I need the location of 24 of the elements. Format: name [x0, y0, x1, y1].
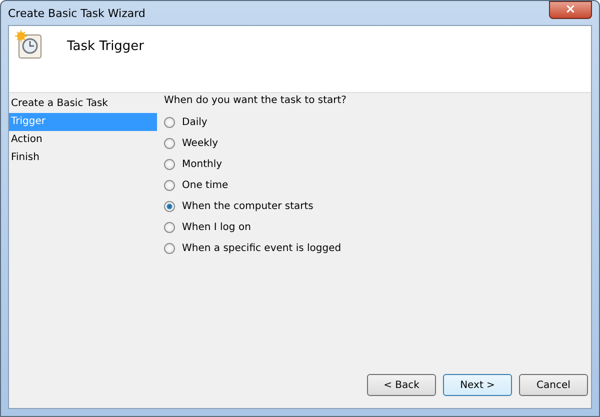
option-label[interactable]: When the computer starts	[182, 201, 314, 212]
step-item[interactable]: Action	[9, 131, 157, 149]
radio-button[interactable]	[164, 243, 175, 254]
radio-button[interactable]	[164, 180, 175, 191]
radio-button[interactable]	[164, 159, 175, 170]
dialog-button[interactable]: < Back	[367, 374, 436, 396]
step-item[interactable]: Create a Basic Task	[9, 95, 157, 113]
option-label[interactable]: Daily	[182, 117, 208, 128]
dialog-button[interactable]: Cancel	[519, 374, 588, 396]
option-label[interactable]: When I log on	[182, 222, 251, 233]
option-label[interactable]: Weekly	[182, 138, 218, 149]
option-label[interactable]: When a specific event is logged	[182, 243, 342, 254]
clock-icon	[15, 30, 43, 60]
step-item[interactable]: Finish	[9, 149, 157, 167]
option-label[interactable]: Monthly	[182, 159, 222, 170]
window-title: Create Basic Task Wizard	[8, 6, 146, 20]
page-title: Task Trigger	[67, 39, 144, 54]
radio-button[interactable]	[164, 201, 175, 212]
option-label[interactable]: One time	[182, 180, 228, 191]
radio-button[interactable]	[164, 138, 175, 149]
dialog-button[interactable]: Next >	[443, 374, 512, 396]
question-label: When do you want the task to start?	[164, 94, 346, 108]
radio-button[interactable]	[164, 222, 175, 233]
radio-button[interactable]	[164, 117, 175, 128]
